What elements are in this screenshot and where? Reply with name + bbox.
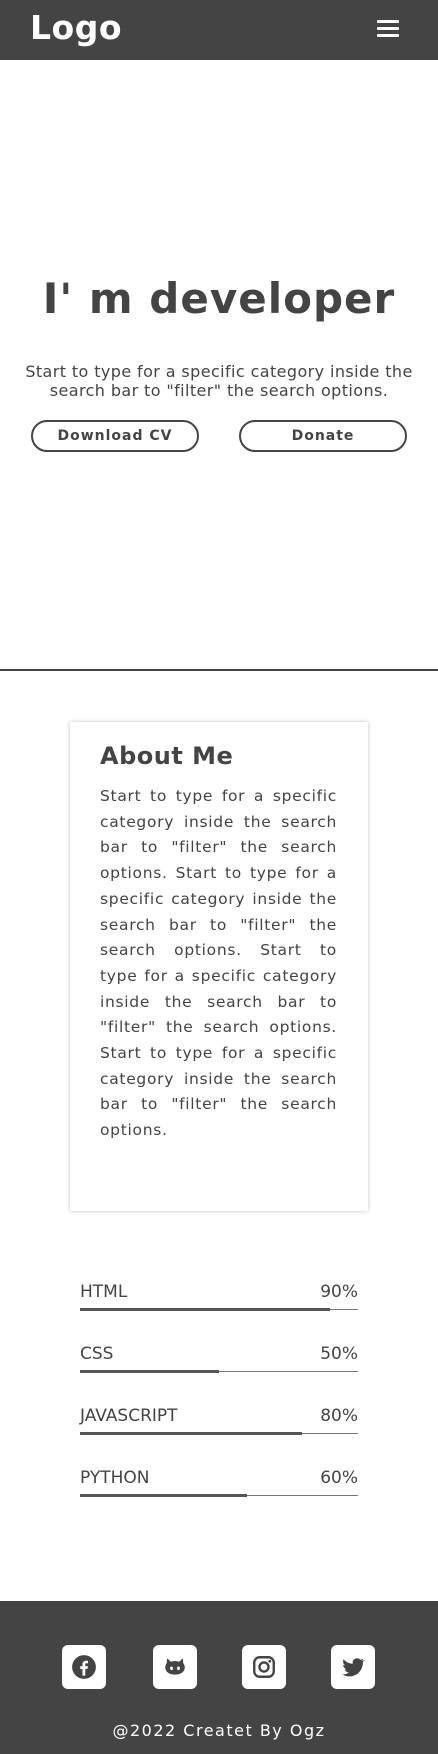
skill-python: PYTHON 60%	[80, 1468, 358, 1508]
skill-progress-fill	[80, 1370, 219, 1373]
skill-track	[80, 1370, 358, 1373]
skill-name: JAVASCRIPT	[80, 1406, 178, 1426]
github-icon[interactable]	[153, 1645, 197, 1689]
skill-percent: 50%	[320, 1344, 358, 1364]
skill-name: CSS	[80, 1344, 114, 1364]
skill-track	[80, 1308, 358, 1311]
hero-title: I' m developer	[42, 274, 396, 323]
skill-name: HTML	[80, 1282, 128, 1302]
site-footer: @2022 Createt By Ogz	[0, 1601, 438, 1754]
twitter-icon[interactable]	[331, 1645, 375, 1689]
skill-html: HTML 90%	[80, 1282, 358, 1322]
copyright-text: @2022 Createt By Ogz	[112, 1721, 326, 1740]
about-card: About Me Start to type for a specific ca…	[70, 722, 368, 1211]
skill-progress-fill	[80, 1494, 247, 1497]
section-divider	[0, 669, 438, 671]
menu-bar	[377, 34, 399, 37]
skill-progress-fill	[80, 1432, 303, 1435]
site-header: Logo	[0, 0, 438, 60]
about-title: About Me	[100, 742, 234, 770]
skill-percent: 90%	[320, 1282, 358, 1302]
skill-track	[80, 1432, 358, 1435]
logo[interactable]: Logo	[30, 8, 122, 47]
menu-bar	[377, 27, 399, 30]
download-cv-button[interactable]: Download CV	[31, 420, 199, 452]
skill-css: CSS 50%	[80, 1344, 358, 1384]
skill-percent: 80%	[320, 1406, 358, 1426]
donate-button[interactable]: Donate	[239, 420, 407, 452]
skill-track	[80, 1494, 358, 1497]
skill-percent: 60%	[320, 1468, 358, 1488]
menu-bar	[377, 20, 399, 23]
skill-progress-fill	[80, 1308, 331, 1311]
facebook-icon[interactable]	[62, 1645, 106, 1689]
about-text: Start to type for a specific category in…	[100, 787, 337, 1140]
hamburger-menu-icon[interactable]	[377, 18, 399, 40]
hero-description: Start to type for a specific category in…	[25, 362, 413, 400]
skill-name: PYTHON	[80, 1468, 150, 1488]
instagram-icon[interactable]	[242, 1645, 286, 1689]
skill-javascript: JAVASCRIPT 80%	[80, 1406, 358, 1446]
